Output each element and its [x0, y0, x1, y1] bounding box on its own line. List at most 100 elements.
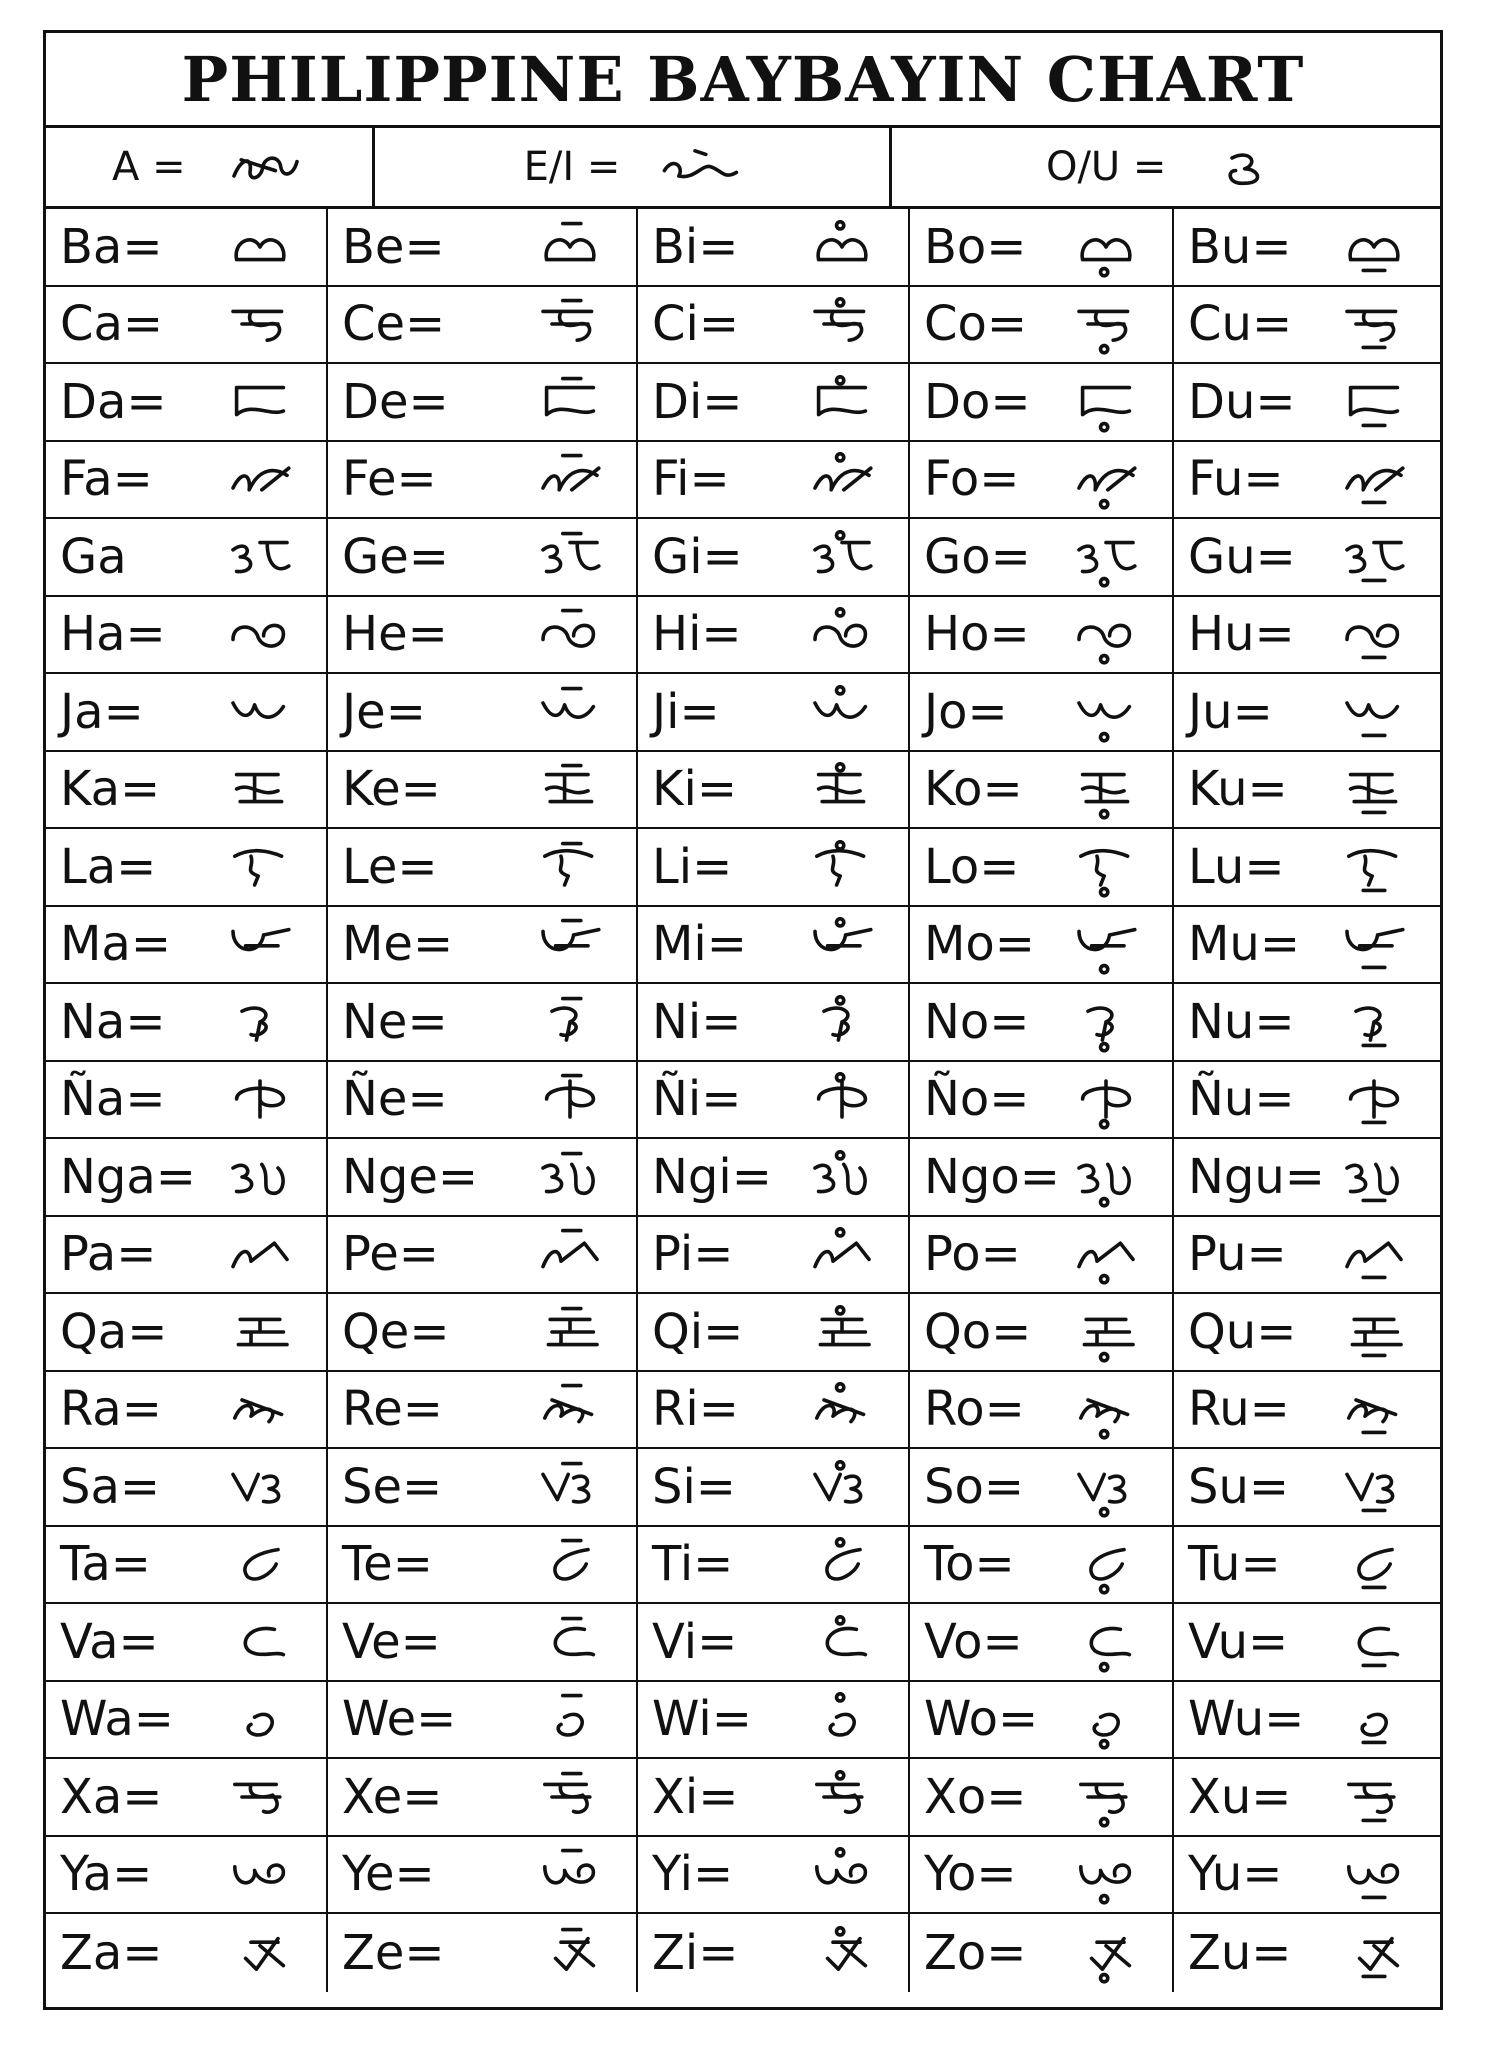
syllable-label: Li= — [652, 838, 733, 895]
syllable-label: Hi= — [652, 606, 742, 663]
syllable-label: Ngu= — [1188, 1148, 1326, 1205]
baybayin-glyph-icon — [220, 1615, 300, 1669]
syllable-cell: To= — [910, 1526, 1174, 1604]
syllable-label: Ñu= — [1188, 1071, 1295, 1128]
baybayin-glyph-svg — [556, 1694, 584, 1737]
syllable-label: Vi= — [652, 1613, 738, 1670]
baybayin-glyph-icon — [1066, 1382, 1146, 1440]
baybayin-glyph-svg — [233, 1863, 286, 1885]
baybayin-glyph-icon — [220, 917, 300, 971]
baybayin-glyph-svg — [546, 1306, 599, 1347]
baybayin-glyph-svg — [1360, 1712, 1388, 1745]
baybayin-glyph-icon — [1066, 1926, 1146, 1984]
baybayin-glyph-icon — [530, 1770, 610, 1824]
baybayin-glyph-svg — [1350, 1317, 1403, 1357]
syllable-label: Zu= — [1188, 1924, 1292, 1981]
syllable-label: Pi= — [652, 1226, 734, 1283]
baybayin-glyph-icon — [1334, 1150, 1414, 1204]
syllable-label: Wo= — [924, 1691, 1039, 1748]
syllable-label: Bu= — [1188, 218, 1292, 275]
syllable-label: Ga — [60, 528, 127, 585]
syllable-label: Ya= — [60, 1846, 153, 1903]
syllable-cell: Ha= — [46, 596, 328, 674]
baybayin-glyph-icon — [1334, 297, 1414, 351]
syllable-cell: Qo= — [910, 1294, 1174, 1372]
baybayin-glyph-icon — [220, 995, 300, 1049]
baybayin-glyph-icon — [1334, 1382, 1414, 1436]
syllable-label: Do= — [924, 373, 1031, 430]
syllable-cell: Da= — [46, 364, 328, 442]
syllable-label: Me= — [342, 916, 454, 973]
syllable-label: Ba= — [60, 218, 163, 275]
baybayin-glyph-svg — [1080, 385, 1132, 433]
syllable-label: Ni= — [652, 993, 742, 1050]
baybayin-glyph-svg — [1077, 700, 1132, 743]
baybayin-glyph-icon — [530, 375, 610, 429]
syllable-label: Sa= — [60, 1458, 161, 1515]
baybayin-glyph-icon — [530, 452, 610, 506]
syllable-cell: Me= — [328, 906, 638, 984]
syllable-cell: Gu= — [1174, 519, 1440, 597]
syllable-cell: Ngu= — [1174, 1139, 1440, 1217]
baybayin-glyph-svg — [231, 540, 291, 573]
syllable-cell: Hu= — [1174, 597, 1440, 674]
syllable-label: Vo= — [924, 1613, 1023, 1670]
syllable-label: Xe= — [342, 1768, 443, 1825]
baybayin-glyph-svg — [544, 1074, 596, 1120]
syllable-cell: Zu= — [1174, 1914, 1440, 1992]
baybayin-glyph-svg — [1077, 928, 1137, 975]
baybayin-glyph-icon — [1066, 1537, 1146, 1595]
baybayin-glyph-svg — [234, 385, 286, 417]
baybayin-glyph-icon — [220, 685, 300, 739]
baybayin-glyph-svg — [243, 1626, 286, 1657]
baybayin-glyph-icon — [220, 1305, 300, 1359]
syllable-cell: Se= — [328, 1449, 638, 1527]
baybayin-glyph-svg — [243, 1548, 280, 1581]
vowel-cell: A = — [46, 128, 375, 206]
baybayin-ou-icon-svg — [1228, 153, 1260, 186]
baybayin-ou-icon — [1196, 140, 1286, 194]
syllable-cell: Qa= — [46, 1294, 328, 1372]
vowel-cell: O/U = — [892, 128, 1440, 206]
syllable-cell: Ni= — [638, 984, 910, 1062]
baybayin-glyph-svg — [543, 1849, 596, 1885]
syllable-label: Ye= — [342, 1846, 435, 1903]
syllable-cell: Lu= — [1174, 829, 1440, 907]
syllable-label: Su= — [1188, 1458, 1290, 1515]
syllable-label: Nga= — [60, 1148, 197, 1205]
syllable-cell: Xu= — [1174, 1759, 1440, 1837]
syllable-cell: Xe= — [328, 1759, 638, 1837]
baybayin-glyph-icon — [530, 1072, 610, 1126]
baybayin-glyph-icon — [1334, 530, 1414, 584]
baybayin-glyph-svg — [1079, 1782, 1128, 1828]
baybayin-glyph-icon — [802, 917, 882, 971]
syllable-cell: Ji= — [638, 674, 910, 752]
baybayin-a-icon-svg — [231, 156, 299, 180]
baybayin-glyph-svg — [1345, 540, 1405, 582]
baybayin-glyph-svg — [813, 1227, 871, 1269]
baybayin-glyph-icon — [530, 685, 610, 739]
syllable-cell: Zi= — [638, 1914, 910, 1992]
baybayin-glyph-icon — [1066, 762, 1146, 820]
baybayin-glyph-icon — [802, 452, 882, 506]
baybayin-a-icon — [216, 140, 306, 194]
baybayin-glyph-icon — [220, 1227, 300, 1281]
syllable-cell: Ge= — [328, 519, 638, 597]
syllable-grid: Ba= Be= Bi= Bo= Bu= Ca= Ce= Ci= Co= Cu= Da= De= Di= D… — [46, 209, 1440, 1992]
syllable-label: We= — [342, 1691, 457, 1748]
syllable-cell: Yo= — [910, 1836, 1174, 1914]
baybayin-glyph-icon — [1066, 917, 1146, 975]
baybayin-glyph-icon — [1066, 297, 1146, 355]
baybayin-glyph-svg — [541, 454, 601, 492]
vowel-label: E/I = — [523, 144, 621, 190]
baybayin-glyph-icon — [1334, 1847, 1414, 1901]
syllable-label: Qu= — [1188, 1303, 1297, 1360]
baybayin-glyph-svg — [1348, 1079, 1400, 1125]
baybayin-glyph-svg — [233, 1398, 284, 1424]
syllable-label: Xa= — [60, 1768, 163, 1825]
baybayin-glyph-svg — [541, 299, 594, 343]
baybayin-glyph-icon — [220, 1150, 300, 1204]
syllable-label: Ja= — [60, 683, 144, 740]
baybayin-glyph-svg — [543, 1771, 592, 1814]
syllable-label: Nu= — [1188, 993, 1295, 1050]
